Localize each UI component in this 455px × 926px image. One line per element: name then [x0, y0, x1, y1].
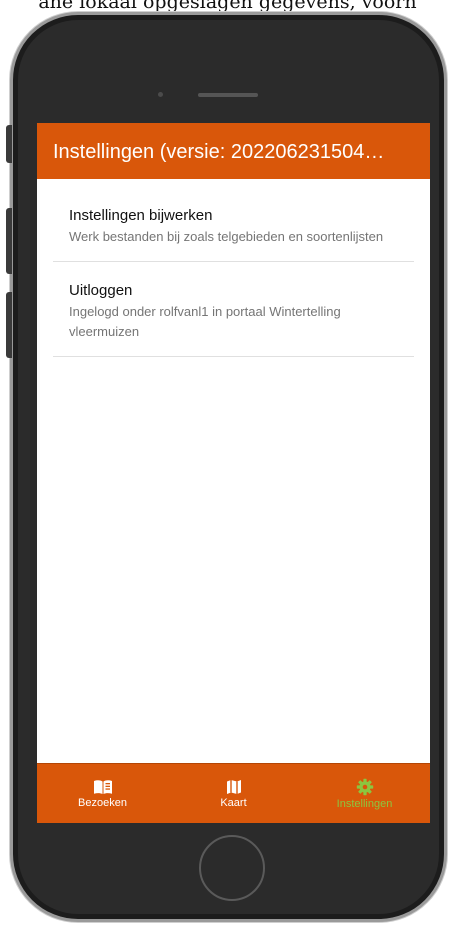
gear-icon — [356, 778, 373, 795]
settings-item-subtitle: Werk bestanden bij zoals telgebieden en … — [69, 229, 384, 244]
volume-up-button — [6, 208, 12, 274]
settings-item-title: Instellingen bijwerken — [69, 207, 213, 224]
settings-list: Instellingen bijwerken Werk bestanden bi… — [37, 179, 430, 357]
nav-label: Kaart — [220, 796, 247, 809]
app-screen: Instellingen (versie: 202206231504… Inst… — [37, 123, 430, 823]
settings-item-title: Uitloggen — [69, 282, 133, 299]
nav-tab-bezoeken[interactable]: Bezoeken — [37, 764, 168, 823]
mute-switch — [6, 125, 12, 163]
bottom-nav: Bezoeken Kaart Instellingen — [37, 763, 430, 823]
map-icon — [226, 779, 241, 794]
page-title: Instellingen (versie: 202206231504… — [53, 141, 385, 163]
nav-tab-instellingen[interactable]: Instellingen — [299, 764, 430, 823]
settings-item-logout[interactable]: Uitloggen Ingelogd onder rolfvanl1 in po… — [53, 262, 414, 357]
book-icon — [93, 779, 112, 794]
earpiece-speaker — [198, 93, 258, 97]
home-button[interactable] — [199, 835, 265, 901]
settings-item-subtitle: Ingelogd onder rolfvanl1 in portaal Wint… — [69, 304, 341, 339]
volume-down-button — [6, 292, 12, 358]
nav-label: Bezoeken — [78, 796, 127, 809]
app-header: Instellingen (versie: 202206231504… — [37, 123, 430, 179]
nav-tab-kaart[interactable]: Kaart — [168, 764, 299, 823]
settings-item-update[interactable]: Instellingen bijwerken Werk bestanden bi… — [53, 179, 414, 262]
front-camera — [158, 92, 163, 97]
nav-label: Instellingen — [336, 797, 393, 810]
